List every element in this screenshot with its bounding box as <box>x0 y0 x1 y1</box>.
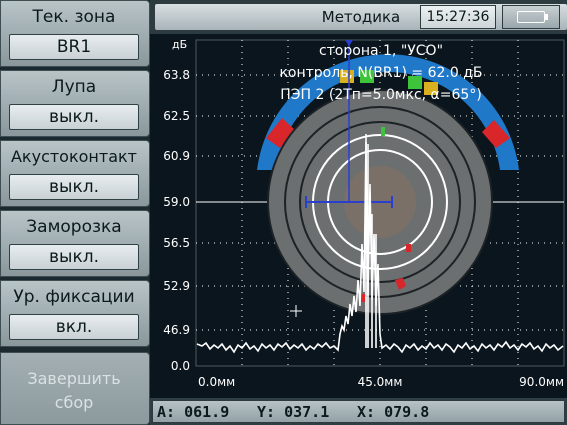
y-readout: Y: 037.1 <box>257 403 330 421</box>
readout-box: A: 061.9 Y: 037.1 X: 079.8 <box>152 400 565 423</box>
top-bar: Методика 15:27:36 <box>150 0 567 34</box>
menu-current-zone[interactable]: Тек. зона BR1 <box>0 0 150 67</box>
menu-freeze-value[interactable]: выкл. <box>9 244 139 270</box>
disk-marker-red-1 <box>406 244 411 252</box>
measurement-readout: A: 061.9 Y: 037.1 X: 079.8 <box>150 398 567 425</box>
menu-zoom-label: Лупа <box>51 77 97 97</box>
y-tick-56-5: 56.5 <box>163 236 190 250</box>
menu-freeze[interactable]: Заморозка выкл. <box>0 210 150 277</box>
battery-icon <box>517 11 545 23</box>
y-tick-59-0: 59.0 <box>163 195 190 209</box>
finish-collection-button[interactable]: Завершить сбор <box>0 352 150 425</box>
info-line-2: контроль, N(BR1) = 62.0 дБ <box>279 65 482 81</box>
clock: 15:27:36 <box>420 5 496 29</box>
crosshair-icon <box>290 305 302 317</box>
a-scan-svg[interactable]: дБ 63.8 62.5 60.9 59.0 56.5 52.9 46.9 0.… <box>150 34 567 398</box>
info-line-1: сторона 1, "УСО" <box>319 43 443 59</box>
x-tick-45: 45.0мм <box>358 375 403 389</box>
y-tick-46-9: 46.9 <box>163 323 190 337</box>
y-tick-60-9: 60.9 <box>163 149 190 163</box>
y-tick-62-5: 62.5 <box>163 109 190 123</box>
y-unit-label: дБ <box>172 38 187 51</box>
sidebar: Тек. зона BR1 Лупа выкл. Акустоконтакт в… <box>0 0 150 425</box>
scan-scheme <box>257 40 519 317</box>
y-tick-52-9: 52.9 <box>163 279 190 293</box>
y-tick-63-8: 63.8 <box>163 68 190 82</box>
x-readout: X: 079.8 <box>357 403 430 421</box>
menu-freeze-label: Заморозка <box>26 217 122 237</box>
finish-collection-label-1: Завершить <box>27 369 121 388</box>
menu-zoom-value[interactable]: выкл. <box>9 104 139 130</box>
menu-zoom[interactable]: Лупа выкл. <box>0 70 150 137</box>
battery-indicator <box>502 5 560 29</box>
x-tick-0: 0.0мм <box>198 375 235 389</box>
y-axis-ticks: 63.8 62.5 60.9 59.0 56.5 52.9 46.9 0.0 <box>163 68 190 373</box>
battery-tip-icon <box>545 14 548 20</box>
menu-acoustic-contact-value[interactable]: выкл. <box>9 174 139 200</box>
a-scan-plot[interactable]: дБ 63.8 62.5 60.9 59.0 56.5 52.9 46.9 0.… <box>150 34 567 398</box>
menu-fixation-level[interactable]: Ур. фиксации вкл. <box>0 280 150 347</box>
amplitude-readout: A: 061.9 <box>157 403 230 421</box>
x-tick-90: 90.0мм <box>519 375 564 389</box>
x-axis-ticks: 0.0мм 45.0мм 90.0мм <box>198 375 564 389</box>
finish-collection-label-2: сбор <box>54 393 94 412</box>
disk-marker-green <box>381 127 385 136</box>
info-line-3: ПЭП 2 (2Тп=5.0мкс, α=65°) <box>280 87 482 103</box>
menu-acoustic-contact[interactable]: Акустоконтакт выкл. <box>0 140 150 207</box>
menu-current-zone-label: Тек. зона <box>32 7 116 27</box>
scan-info: сторона 1, "УСО" контроль, N(BR1) = 62.0… <box>279 43 482 103</box>
menu-current-zone-value[interactable]: BR1 <box>9 34 139 60</box>
y-tick-0-0: 0.0 <box>171 359 190 373</box>
menu-fixation-level-label: Ур. фиксации <box>13 287 135 307</box>
menu-acoustic-contact-label: Акустоконтакт <box>10 147 137 166</box>
menu-fixation-level-value[interactable]: вкл. <box>9 314 139 340</box>
